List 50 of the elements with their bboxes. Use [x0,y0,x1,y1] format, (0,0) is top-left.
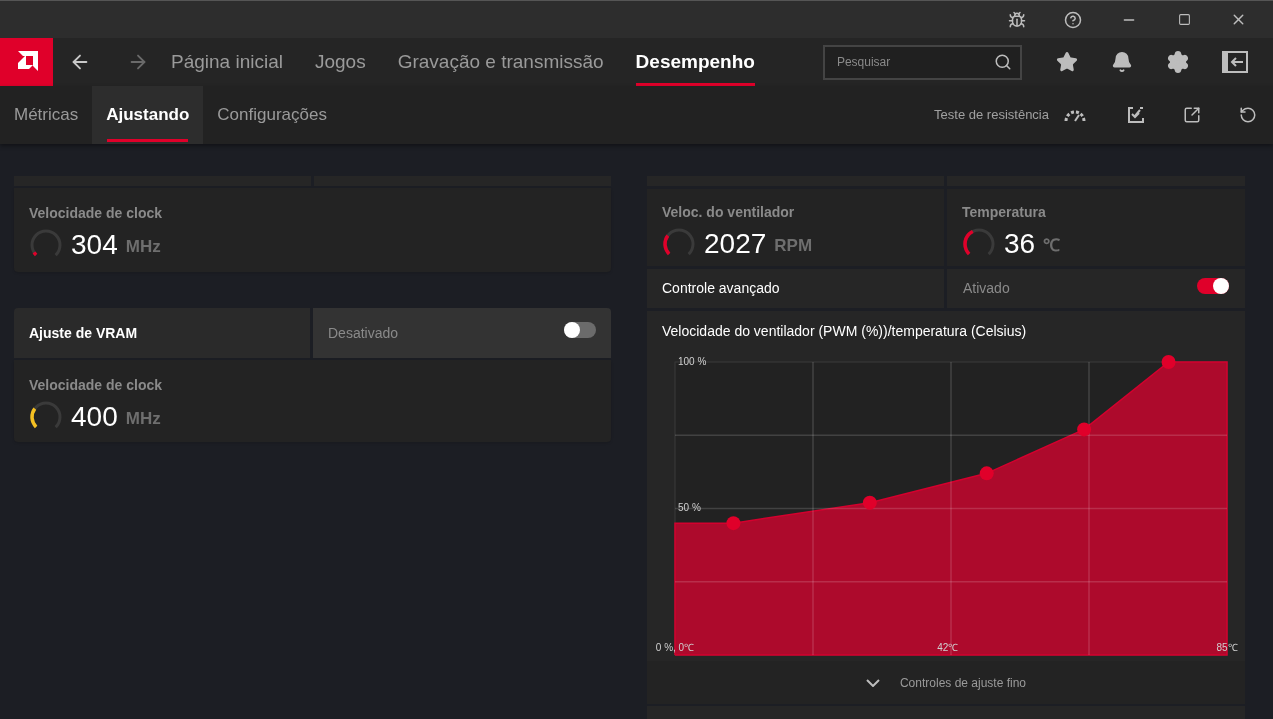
axis-label: 42℃ [937,642,959,654]
toggle-status: Ativado [963,279,1010,299]
metric-value: 2027 [704,229,767,258]
export-icon[interactable] [1183,106,1201,124]
chevron-down-icon [865,678,880,687]
curve-point-handle[interactable] [1161,355,1176,370]
metric-unit: MHz [125,236,161,259]
sub-tab[interactable]: Ajustando [92,86,204,144]
metric-label: Velocidade de clock [29,204,164,223]
stress-test-label[interactable]: Teste de resistência [934,105,1049,125]
sub-tab[interactable]: Configurações [203,86,341,144]
speedometer-icon[interactable] [1063,108,1087,122]
nav-tab[interactable]: Gravação e transmissão [397,38,604,86]
metric-value: 304 [71,231,118,259]
toggle-switch[interactable] [564,322,596,338]
toggle-switch[interactable] [1197,277,1229,294]
nav-tab[interactable]: Página inicial [171,38,283,86]
panel-exit-icon[interactable] [1221,51,1248,73]
import-icon[interactable] [1127,106,1145,124]
settings-icon[interactable] [1165,50,1190,74]
nav-tab[interactable]: Jogos [314,38,366,86]
setting-label: Controle avançado [662,279,780,299]
metric-unit: ℃ [1043,234,1061,257]
curve-point-handle[interactable] [862,496,877,511]
section-title: Ajuste de VRAM [29,323,138,343]
metric-value: 400 [71,403,118,431]
chart-title: Velocidade do ventilador (PWM (%))/temperatura (Celsius) [662,322,1027,342]
metric-label: Velocidade de clock [29,376,164,395]
help-icon[interactable] [1064,10,1082,29]
axis-label: 100 % [678,356,707,368]
toggle-status: Desativado [328,323,399,343]
fine-tune-toggle[interactable]: Controles de ajuste fino [647,661,1245,704]
search-icon[interactable] [993,52,1012,71]
metric-label: Temperatura [962,202,1047,222]
metric-unit: MHz [125,408,161,431]
app-logo[interactable] [0,38,53,86]
curve-point-handle[interactable] [726,516,741,531]
bell-icon[interactable] [1110,51,1133,73]
metric-value: 36 [1004,229,1036,258]
bug-icon[interactable] [1008,10,1026,29]
metric-unit: RPM [774,234,813,257]
sub-tab[interactable]: Métricas [0,86,93,144]
axis-label: 50 % [678,502,701,514]
reset-icon[interactable] [1239,106,1257,124]
metric-label: Veloc. do ventilador [662,202,796,222]
star-icon[interactable] [1055,51,1078,73]
maximize-icon[interactable] [1178,13,1191,26]
search-field[interactable]: Pesquisar [822,44,1022,80]
curve-point-handle[interactable] [979,466,994,481]
curve-point-handle[interactable] [1077,422,1092,437]
